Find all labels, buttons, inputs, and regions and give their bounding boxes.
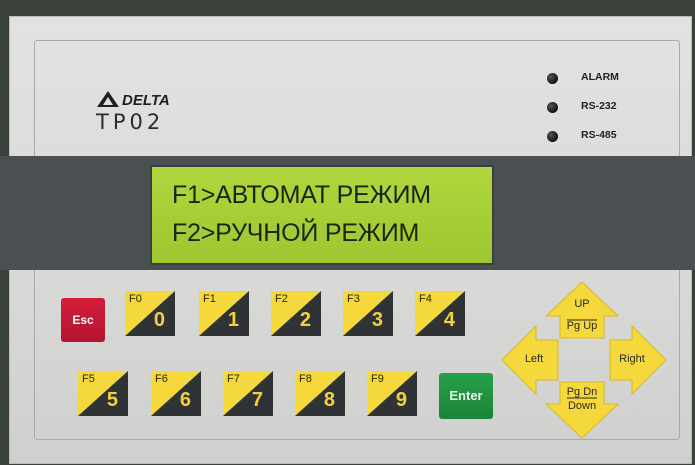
delta-logo: DELTA TP02 xyxy=(96,90,216,140)
key-fn-label: F2 xyxy=(275,293,288,305)
key-fn-label: F9 xyxy=(371,373,384,385)
lcd-line-2: F2>РУЧНОЙ РЕЖИМ xyxy=(172,219,420,247)
rs485-led-icon xyxy=(547,131,558,142)
led-rs232: RS-232 xyxy=(547,100,647,116)
down-label: Down xyxy=(567,400,597,412)
model-name: TP02 xyxy=(96,110,165,134)
key-f3-3[interactable]: F3 3 xyxy=(343,291,393,336)
key-f0-0[interactable]: F0 0 xyxy=(125,291,175,336)
key-num-label: 4 xyxy=(443,309,455,331)
key-num-label: 7 xyxy=(251,389,263,411)
esc-button[interactable]: Esc xyxy=(61,298,105,342)
right-label: Right xyxy=(619,353,645,365)
key-f2-2[interactable]: F2 2 xyxy=(271,291,321,336)
led-label: ALARM xyxy=(581,71,619,83)
key-f7-7[interactable]: F7 7 xyxy=(223,371,273,416)
key-f5-5[interactable]: F5 5 xyxy=(78,371,128,416)
key-num-label: 3 xyxy=(371,309,383,331)
key-num-label: 1 xyxy=(227,309,239,331)
alarm-led-icon xyxy=(547,73,558,84)
key-num-label: 5 xyxy=(106,389,118,411)
lcd-line-1: F1>АВТОМАТ РЕЖИМ xyxy=(172,181,431,209)
key-num-label: 9 xyxy=(395,389,407,411)
key-fn-label: F8 xyxy=(299,373,312,385)
led-rs485: RS-485 xyxy=(547,129,647,145)
key-f8-8[interactable]: F8 8 xyxy=(295,371,345,416)
key-f6-6[interactable]: F6 6 xyxy=(151,371,201,416)
led-label: RS-485 xyxy=(581,129,617,141)
key-f4-4[interactable]: F4 4 xyxy=(415,291,465,336)
lcd-display: F1>АВТОМАТ РЕЖИМ F2>РУЧНОЙ РЕЖИМ xyxy=(150,165,494,265)
key-num-label: 2 xyxy=(299,309,311,331)
left-label: Left xyxy=(524,353,544,365)
key-fn-label: F7 xyxy=(227,373,240,385)
brand-name: DELTA xyxy=(122,92,170,109)
delta-triangle-icon xyxy=(97,91,119,107)
enter-button[interactable]: Enter xyxy=(439,373,493,419)
key-fn-label: F4 xyxy=(419,293,432,305)
key-fn-label: F0 xyxy=(129,293,142,305)
pgdn-label: Pg Dn xyxy=(566,386,598,398)
led-alarm: ALARM xyxy=(547,71,647,87)
key-f1-1[interactable]: F1 1 xyxy=(199,291,249,336)
key-num-label: 8 xyxy=(323,389,335,411)
direction-pad: UP Pg Up Left Right Pg Dn Down xyxy=(500,280,670,440)
key-num-label: 0 xyxy=(153,309,165,331)
led-label: RS-232 xyxy=(581,100,617,112)
rs232-led-icon xyxy=(547,102,558,113)
key-fn-label: F1 xyxy=(203,293,216,305)
key-fn-label: F3 xyxy=(347,293,360,305)
key-fn-label: F6 xyxy=(155,373,168,385)
key-fn-label: F5 xyxy=(82,373,95,385)
up-label: UP xyxy=(574,298,590,310)
pgup-label: Pg Up xyxy=(566,320,598,332)
key-f9-9[interactable]: F9 9 xyxy=(367,371,417,416)
key-num-label: 6 xyxy=(179,389,191,411)
